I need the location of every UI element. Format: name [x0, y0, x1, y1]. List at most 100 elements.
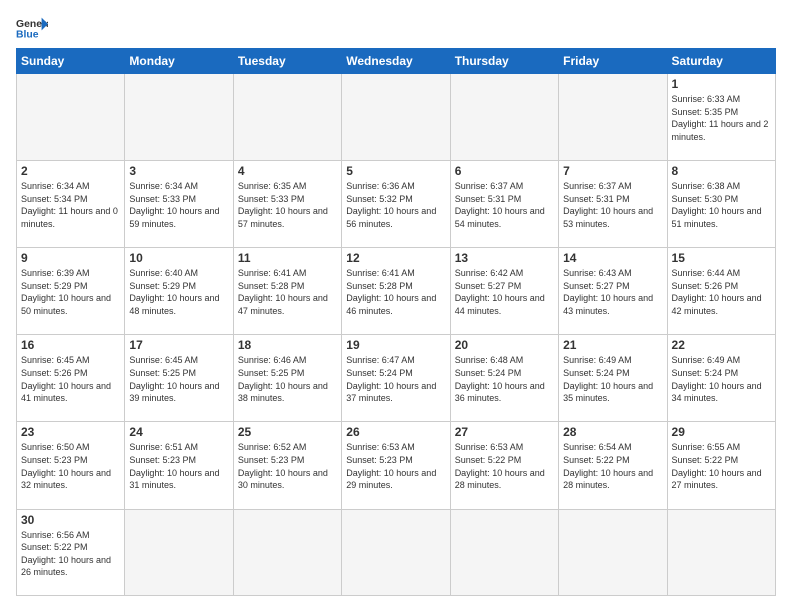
- day-number: 23: [21, 425, 120, 439]
- day-info: Sunrise: 6:53 AMSunset: 5:22 PMDaylight:…: [455, 441, 554, 491]
- page: General Blue SundayMondayTuesdayWednesda…: [0, 0, 792, 612]
- day-number: 18: [238, 338, 337, 352]
- day-info: Sunrise: 6:41 AMSunset: 5:28 PMDaylight:…: [238, 267, 337, 317]
- day-info: Sunrise: 6:50 AMSunset: 5:23 PMDaylight:…: [21, 441, 120, 491]
- calendar-week-row: 23 Sunrise: 6:50 AMSunset: 5:23 PMDayligh…: [17, 422, 776, 509]
- day-info: Sunrise: 6:44 AMSunset: 5:26 PMDaylight:…: [672, 267, 771, 317]
- calendar-cell: 13 Sunrise: 6:42 AMSunset: 5:27 PMDayligh…: [450, 248, 558, 335]
- calendar-cell: [125, 509, 233, 595]
- day-number: 12: [346, 251, 445, 265]
- day-number: 30: [21, 513, 120, 527]
- day-info: Sunrise: 6:49 AMSunset: 5:24 PMDaylight:…: [672, 354, 771, 404]
- weekday-header-friday: Friday: [559, 49, 667, 74]
- calendar-cell: [125, 74, 233, 161]
- day-info: Sunrise: 6:33 AMSunset: 5:35 PMDaylight:…: [672, 93, 771, 143]
- day-info: Sunrise: 6:34 AMSunset: 5:34 PMDaylight:…: [21, 180, 120, 230]
- calendar-cell: 25Sunrise: 6:52 AMSunset: 5:23 PMDayligh…: [233, 422, 341, 509]
- day-number: 3: [129, 164, 228, 178]
- day-number: 27: [455, 425, 554, 439]
- day-info: Sunrise: 6:47 AMSunset: 5:24 PMDaylight:…: [346, 354, 445, 404]
- day-number: 14: [563, 251, 662, 265]
- calendar-week-row: 16Sunrise: 6:45 AMSunset: 5:26 PMDayligh…: [17, 335, 776, 422]
- weekday-header-wednesday: Wednesday: [342, 49, 450, 74]
- calendar-cell: [342, 74, 450, 161]
- calendar-cell: 9Sunrise: 6:39 AMSunset: 5:29 PMDaylight…: [17, 248, 125, 335]
- weekday-header-sunday: Sunday: [17, 49, 125, 74]
- day-info: Sunrise: 6:38 AMSunset: 5:30 PMDaylight:…: [672, 180, 771, 230]
- calendar-cell: 18 Sunrise: 6:46 AMSunset: 5:25 PMDayligh…: [233, 335, 341, 422]
- weekday-header-saturday: Saturday: [667, 49, 775, 74]
- day-number: 1: [672, 77, 771, 91]
- calendar-cell: 11 Sunrise: 6:41 AMSunset: 5:28 PMDayligh…: [233, 248, 341, 335]
- day-info: Sunrise: 6:35 AMSunset: 5:33 PMDaylight:…: [238, 180, 337, 230]
- calendar-cell: 21Sunrise: 6:49 AMSunset: 5:24 PMDayligh…: [559, 335, 667, 422]
- header: General Blue: [16, 16, 776, 40]
- calendar-week-row: 9Sunrise: 6:39 AMSunset: 5:29 PMDaylight…: [17, 248, 776, 335]
- day-info: Sunrise: 6:43 AMSunset: 5:27 PMDaylight:…: [563, 267, 662, 317]
- day-number: 19: [346, 338, 445, 352]
- calendar-cell: 20 Sunrise: 6:48 AMSunset: 5:24 PMDayligh…: [450, 335, 558, 422]
- day-info: Sunrise: 6:39 AMSunset: 5:29 PMDaylight:…: [21, 267, 120, 317]
- calendar-cell: 5Sunrise: 6:36 AMSunset: 5:32 PMDaylight…: [342, 161, 450, 248]
- day-number: 22: [672, 338, 771, 352]
- calendar-cell: 2 Sunrise: 6:34 AMSunset: 5:34 PMDaylight…: [17, 161, 125, 248]
- day-info: Sunrise: 6:55 AMSunset: 5:22 PMDaylight:…: [672, 441, 771, 491]
- day-info: Sunrise: 6:41 AMSunset: 5:28 PMDaylight:…: [346, 267, 445, 317]
- calendar: SundayMondayTuesdayWednesdayThursdayFrid…: [16, 48, 776, 596]
- calendar-week-row: 1 Sunrise: 6:33 AMSunset: 5:35 PMDaylight…: [17, 74, 776, 161]
- day-info: Sunrise: 6:54 AMSunset: 5:22 PMDaylight:…: [563, 441, 662, 491]
- day-number: 17: [129, 338, 228, 352]
- calendar-cell: [17, 74, 125, 161]
- calendar-cell: 14 Sunrise: 6:43 AMSunset: 5:27 PMDayligh…: [559, 248, 667, 335]
- weekday-header-monday: Monday: [125, 49, 233, 74]
- day-info: Sunrise: 6:51 AMSunset: 5:23 PMDaylight:…: [129, 441, 228, 491]
- day-number: 26: [346, 425, 445, 439]
- logo: General Blue: [16, 16, 48, 40]
- day-number: 11: [238, 251, 337, 265]
- weekday-header-row: SundayMondayTuesdayWednesdayThursdayFrid…: [17, 49, 776, 74]
- calendar-cell: 1 Sunrise: 6:33 AMSunset: 5:35 PMDaylight…: [667, 74, 775, 161]
- day-info: Sunrise: 6:48 AMSunset: 5:24 PMDaylight:…: [455, 354, 554, 404]
- weekday-header-tuesday: Tuesday: [233, 49, 341, 74]
- day-info: Sunrise: 6:40 AMSunset: 5:29 PMDaylight:…: [129, 267, 228, 317]
- calendar-cell: 28Sunrise: 6:54 AMSunset: 5:22 PMDayligh…: [559, 422, 667, 509]
- day-number: 6: [455, 164, 554, 178]
- calendar-cell: 27 Sunrise: 6:53 AMSunset: 5:22 PMDayligh…: [450, 422, 558, 509]
- day-info: Sunrise: 6:36 AMSunset: 5:32 PMDaylight:…: [346, 180, 445, 230]
- calendar-cell: 4 Sunrise: 6:35 AMSunset: 5:33 PMDaylight…: [233, 161, 341, 248]
- calendar-cell: [450, 74, 558, 161]
- calendar-cell: 7Sunrise: 6:37 AMSunset: 5:31 PMDaylight…: [559, 161, 667, 248]
- calendar-cell: [559, 74, 667, 161]
- day-number: 4: [238, 164, 337, 178]
- day-info: Sunrise: 6:46 AMSunset: 5:25 PMDaylight:…: [238, 354, 337, 404]
- calendar-cell: 16Sunrise: 6:45 AMSunset: 5:26 PMDayligh…: [17, 335, 125, 422]
- calendar-cell: 17 Sunrise: 6:45 AMSunset: 5:25 PMDayligh…: [125, 335, 233, 422]
- calendar-cell: 24 Sunrise: 6:51 AMSunset: 5:23 PMDayligh…: [125, 422, 233, 509]
- weekday-header-thursday: Thursday: [450, 49, 558, 74]
- day-number: 10: [129, 251, 228, 265]
- day-number: 24: [129, 425, 228, 439]
- calendar-cell: 8Sunrise: 6:38 AMSunset: 5:30 PMDaylight…: [667, 161, 775, 248]
- calendar-cell: 30Sunrise: 6:56 AMSunset: 5:22 PMDayligh…: [17, 509, 125, 595]
- calendar-cell: [450, 509, 558, 595]
- day-number: 20: [455, 338, 554, 352]
- calendar-cell: 6Sunrise: 6:37 AMSunset: 5:31 PMDaylight…: [450, 161, 558, 248]
- calendar-cell: 12 Sunrise: 6:41 AMSunset: 5:28 PMDayligh…: [342, 248, 450, 335]
- day-info: Sunrise: 6:45 AMSunset: 5:25 PMDaylight:…: [129, 354, 228, 404]
- calendar-cell: [233, 74, 341, 161]
- calendar-cell: 26 Sunrise: 6:53 AMSunset: 5:23 PMDayligh…: [342, 422, 450, 509]
- day-info: Sunrise: 6:37 AMSunset: 5:31 PMDaylight:…: [563, 180, 662, 230]
- day-info: Sunrise: 6:42 AMSunset: 5:27 PMDaylight:…: [455, 267, 554, 317]
- calendar-cell: 19 Sunrise: 6:47 AMSunset: 5:24 PMDayligh…: [342, 335, 450, 422]
- day-info: Sunrise: 6:53 AMSunset: 5:23 PMDaylight:…: [346, 441, 445, 491]
- day-number: 2: [21, 164, 120, 178]
- day-number: 29: [672, 425, 771, 439]
- day-info: Sunrise: 6:45 AMSunset: 5:26 PMDaylight:…: [21, 354, 120, 404]
- calendar-cell: 22 Sunrise: 6:49 AMSunset: 5:24 PMDayligh…: [667, 335, 775, 422]
- calendar-cell: 23 Sunrise: 6:50 AMSunset: 5:23 PMDayligh…: [17, 422, 125, 509]
- calendar-week-row: 2 Sunrise: 6:34 AMSunset: 5:34 PMDaylight…: [17, 161, 776, 248]
- day-number: 13: [455, 251, 554, 265]
- day-info: Sunrise: 6:52 AMSunset: 5:23 PMDaylight:…: [238, 441, 337, 491]
- calendar-cell: 10 Sunrise: 6:40 AMSunset: 5:29 PMDayligh…: [125, 248, 233, 335]
- calendar-cell: [342, 509, 450, 595]
